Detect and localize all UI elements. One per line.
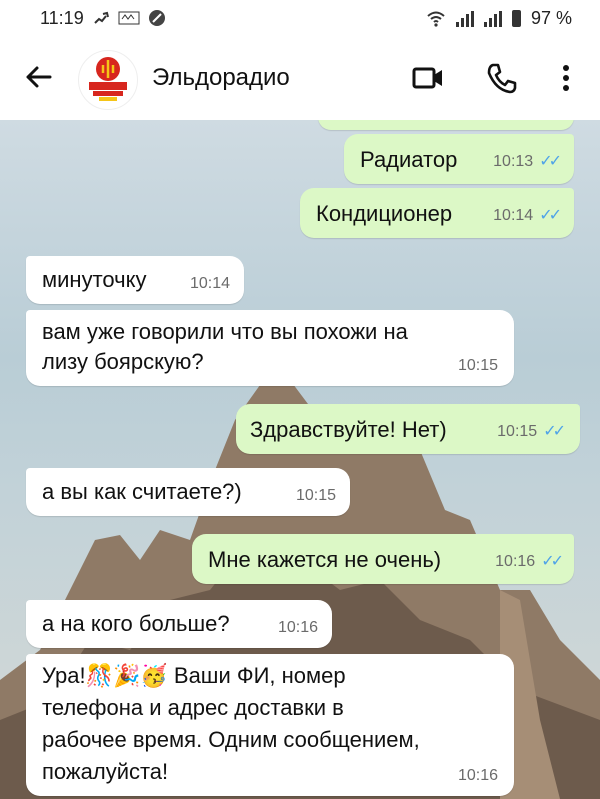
message-meta: 10:15 xyxy=(458,350,498,382)
message-text: минуточку xyxy=(42,267,147,292)
read-ticks-icon: ✓✓ xyxy=(539,207,562,224)
message-time: 10:15 xyxy=(497,423,538,440)
message-meta: 10:14 xyxy=(190,268,230,300)
message-text-line: вам уже говорили что вы похожи на xyxy=(42,319,408,344)
message-text: Здравствуйте! Нет) xyxy=(250,417,447,442)
message-bubble[interactable]: а вы как считаете?) 10:15 xyxy=(26,468,350,516)
message-bubble[interactable]: Радиатор 10:13 ✓✓ xyxy=(344,134,574,184)
avatar[interactable] xyxy=(78,50,138,110)
chat-title[interactable]: Эльдорадио xyxy=(152,64,290,92)
message-bubble[interactable]: минуточку 10:14 xyxy=(26,256,244,304)
party-emoji-icons: 🎊🎉🥳 xyxy=(85,663,168,688)
message-text-suffix: Ваши ФИ, номер xyxy=(173,663,346,688)
message-text-prefix: Ура! xyxy=(42,663,86,688)
system-icons: 97 % xyxy=(426,8,572,29)
message-meta: 10:13 ✓✓ xyxy=(493,146,562,178)
message-text: а на кого больше? xyxy=(42,611,230,636)
chat-header: Эльдорадио xyxy=(0,38,600,120)
message-text-line: телефона и адрес доставки в xyxy=(42,695,344,720)
notification-icons xyxy=(92,9,166,27)
read-ticks-icon: ✓✓ xyxy=(539,153,562,170)
eldoradio-logo-icon xyxy=(89,57,127,101)
message-meta: 10:15 ✓✓ xyxy=(497,416,566,448)
back-arrow-icon[interactable] xyxy=(22,60,56,94)
chat-area[interactable]: Радиатор 10:13 ✓✓ Кондиционер 10:14 ✓✓ м… xyxy=(0,120,600,799)
battery-percent: 97 % xyxy=(530,8,572,28)
message-bubble-cut xyxy=(318,120,574,130)
message-text-line: Ура!🎊🎉🥳 Ваши ФИ, номер xyxy=(42,660,346,692)
message-time: 10:13 xyxy=(493,153,534,170)
read-ticks-icon: ✓✓ xyxy=(541,553,564,570)
running-icon xyxy=(94,11,109,24)
message-meta: 10:16 ✓✓ xyxy=(495,546,564,578)
more-options-icon[interactable] xyxy=(548,60,584,96)
read-ticks-icon: ✓✓ xyxy=(543,423,566,440)
message-time: 10:15 xyxy=(295,487,336,504)
message-text: Мне кажется не очень) xyxy=(208,547,442,572)
message-bubble[interactable]: Кондиционер 10:14 ✓✓ xyxy=(300,188,574,238)
message-meta: 10:16 xyxy=(458,760,498,792)
message-time: 10:16 xyxy=(495,553,536,570)
message-time: 10:15 xyxy=(457,357,498,374)
message-text: Радиатор xyxy=(360,147,458,172)
status-bar: 11:19 97 % xyxy=(0,0,600,38)
message-text-line: пожалуйста! xyxy=(42,759,169,784)
mom-life-icon xyxy=(118,11,140,25)
phone-call-icon[interactable] xyxy=(484,60,520,96)
message-meta: 10:15 xyxy=(296,480,336,512)
message-time: 10:16 xyxy=(457,767,498,784)
message-time: 10:14 xyxy=(189,275,230,292)
message-bubble[interactable]: а на кого больше? 10:16 xyxy=(26,600,332,648)
message-bubble[interactable]: Мне кажется не очень) 10:16 ✓✓ xyxy=(192,534,574,584)
message-bubble[interactable]: вам уже говорили что вы похожи на лизу б… xyxy=(26,310,514,386)
video-call-icon[interactable] xyxy=(410,60,446,96)
signal-icon-1 xyxy=(455,10,474,27)
message-text: а вы как считаете?) xyxy=(42,479,242,504)
battery-icon xyxy=(511,10,521,27)
status-time: 11:19 xyxy=(40,8,84,28)
message-time: 10:14 xyxy=(493,207,534,224)
message-bubble[interactable]: Ура!🎊🎉🥳 Ваши ФИ, номер телефона и адрес … xyxy=(26,654,514,796)
message-time: 10:16 xyxy=(277,619,318,636)
message-meta: 10:16 xyxy=(278,612,318,644)
signal-icon-2 xyxy=(483,10,502,27)
leaf-icon xyxy=(149,10,165,26)
message-meta: 10:14 ✓✓ xyxy=(493,200,562,232)
message-text-line: рабочее время. Одним сообщением, xyxy=(42,727,420,752)
wifi-icon xyxy=(427,11,445,27)
message-text: Кондиционер xyxy=(316,201,453,226)
message-text-line: лизу боярскую? xyxy=(42,349,204,374)
message-bubble[interactable]: Здравствуйте! Нет) 10:15 ✓✓ xyxy=(236,404,580,454)
